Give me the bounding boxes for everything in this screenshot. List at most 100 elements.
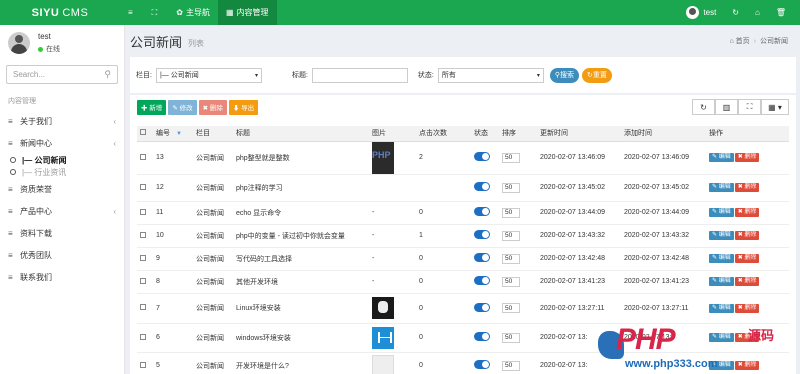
row-edit-button[interactable]: ✎ 编辑	[709, 183, 734, 192]
sort-input[interactable]: 50	[502, 207, 520, 218]
row-delete-button[interactable]: ✖ 删除	[734, 277, 760, 286]
export-button[interactable]: ⬇ 导出	[228, 99, 259, 115]
table-row[interactable]: 6 公司新闻 windows环境安装 0 50 2020-02-07 13: 2020-02…	[137, 323, 789, 353]
status-toggle[interactable]	[474, 276, 490, 285]
table-row[interactable]: 11 公司新闻 echo 显示命令 - 0 50 2020-02-07 13:44:09 20…	[137, 201, 789, 225]
user-menu[interactable]: test	[678, 0, 724, 25]
row-edit-button[interactable]: ✎ 编辑	[709, 277, 734, 286]
table-row[interactable]: 10 公司新闻 php中的变量 - 读过初中你就会变量 - 1 50 2020-02-07 …	[137, 224, 789, 248]
row-checkbox[interactable]	[140, 304, 146, 310]
sort-input[interactable]: 50	[502, 276, 520, 287]
cell-image	[369, 174, 416, 202]
table-row[interactable]: 7 公司新闻 Linux环境安装 0 50 2020-02-07 13:27:11 2020…	[137, 293, 789, 324]
status-toggle[interactable]	[474, 152, 490, 161]
row-edit-button[interactable]: ✎ 编辑	[709, 303, 734, 313]
row-edit-button[interactable]: ✎ 编辑	[709, 231, 734, 240]
status-select[interactable]: 所有 ▾	[437, 67, 544, 83]
sidebar-item-news[interactable]: ≡ 新闻中心 ‹	[0, 132, 124, 154]
brand-logo[interactable]: SIYU CMS	[0, 0, 120, 25]
toggle-view-button[interactable]: ▥	[715, 99, 738, 115]
header-id[interactable]: 编号 ▼	[153, 126, 193, 142]
sort-input[interactable]: 50	[502, 152, 520, 163]
sidebar-subitem-industry-news[interactable]: |— 行业资讯	[0, 166, 124, 178]
row-edit-button[interactable]: ✎ 编辑	[709, 254, 734, 263]
title-input[interactable]	[311, 67, 408, 83]
menu-icon: ≡	[128, 8, 133, 17]
table-row[interactable]: 5 公司新闻 开发环境是什么? 0 50 2020-02-07 13: ✎ 编辑 ✖ 删除	[137, 352, 789, 374]
row-checkbox[interactable]	[140, 153, 146, 160]
row-checkbox-cell	[137, 141, 153, 175]
reset-button[interactable]: ↻ 重置	[582, 67, 612, 83]
search-icon[interactable]: ⚲	[104, 69, 111, 80]
status-toggle[interactable]	[474, 230, 490, 239]
row-checkbox[interactable]	[140, 333, 146, 340]
row-delete-button[interactable]: ✖ 删除	[734, 153, 760, 162]
row-checkbox[interactable]	[140, 183, 146, 190]
sort-input[interactable]: 50	[502, 360, 520, 371]
clear-cache-button[interactable]: 🗑	[768, 0, 794, 25]
table-row[interactable]: 12 公司新闻 php注释的学习 50 2020-02-07 13:45:02 2020-…	[137, 174, 789, 202]
table-row[interactable]: 9 公司新闻 写代码的工具选择 - 0 50 2020-02-07 13:42:48 2020…	[137, 247, 789, 271]
row-checkbox[interactable]	[140, 277, 146, 284]
sidebar-item-honors[interactable]: ≡ 资质荣誉	[0, 178, 124, 200]
sidebar-item-products[interactable]: ≡ 产品中心 ‹	[0, 200, 124, 222]
cell-column: 公司新闻	[193, 201, 233, 225]
row-delete-button[interactable]: ✖ 删除	[734, 231, 760, 240]
table-row[interactable]: 13公司新闻php整型就是整数 2 50 2020-02-07 13:46:09202…	[137, 141, 789, 175]
status-toggle[interactable]	[474, 207, 490, 216]
edit-button[interactable]: ✎ 修改	[168, 99, 197, 115]
row-delete-button[interactable]: ✖ 删除	[734, 208, 760, 217]
row-delete-button[interactable]: ✖ 删除	[734, 333, 760, 342]
row-checkbox[interactable]	[140, 254, 146, 261]
row-delete-button[interactable]: ✖ 删除	[734, 303, 760, 313]
add-button[interactable]: ✚ 新增	[137, 99, 167, 115]
search-input[interactable]: Search...	[13, 70, 45, 79]
row-checkbox[interactable]	[140, 361, 146, 368]
home-button[interactable]: ⌂	[747, 0, 768, 25]
sidebar-toggle-button[interactable]: ≡	[120, 0, 144, 25]
sidebar-item-team[interactable]: ≡ 优秀团队	[0, 244, 124, 266]
fullscreen-table-button[interactable]: ⛶	[738, 99, 761, 115]
sidebar-item-contact[interactable]: ≡ 联系我们	[0, 266, 124, 288]
sort-input[interactable]: 50	[502, 253, 520, 264]
main-content: 公司新闻 列表 ⌂ 首页 › 公司新闻 栏目: |— 公司新闻 ▾ 标题: 状态: 所…	[126, 25, 800, 374]
search-button[interactable]: ⚲ 搜索	[549, 67, 579, 83]
table-row[interactable]: 8 公司新闻 其他开发环境 - 0 50 2020-02-07 13:41:23 2020-0…	[137, 270, 789, 294]
row-delete-button[interactable]: ✖ 删除	[734, 361, 760, 370]
refresh-table-button[interactable]: ↻	[692, 99, 715, 115]
sidebar-subitem-company-news[interactable]: |— 公司新闻	[0, 154, 124, 166]
column-select[interactable]: |— 公司新闻 ▾	[155, 67, 262, 83]
sort-input[interactable]: 50	[502, 303, 520, 313]
status-toggle[interactable]	[474, 253, 490, 262]
sidebar-search[interactable]: Search... ⚲	[6, 65, 118, 84]
delete-button[interactable]: ✖ 删除	[198, 99, 227, 115]
breadcrumb-home[interactable]: 首页	[736, 38, 750, 45]
cell-status	[471, 270, 499, 294]
tab-content-management[interactable]: ▦ 内容管理	[217, 0, 277, 25]
row-delete-button[interactable]: ✖ 删除	[734, 254, 760, 263]
sort-input[interactable]: 50	[502, 182, 520, 193]
cell-title: 开发环境是什么?	[233, 352, 369, 374]
status-toggle[interactable]	[474, 332, 490, 341]
refresh-button[interactable]: ↻	[724, 0, 747, 25]
cell-clicks: 1	[416, 224, 471, 248]
select-all-checkbox[interactable]	[140, 129, 146, 136]
table-tools: ↻ ▥ ⛶ ▦ ▾	[692, 99, 789, 115]
sidebar-item-about[interactable]: ≡ 关于我们 ‹	[0, 110, 124, 132]
row-edit-button[interactable]: ✎ 编辑	[709, 208, 734, 217]
row-checkbox[interactable]	[140, 231, 146, 238]
tab-main-nav[interactable]: ✿ 主导航	[168, 0, 218, 25]
sidebar-item-downloads[interactable]: ≡ 资料下载	[0, 222, 124, 244]
sort-input[interactable]: 50	[502, 332, 520, 343]
sort-input[interactable]: 50	[502, 230, 520, 241]
fullscreen-button[interactable]: ⛶	[144, 0, 169, 25]
row-delete-button[interactable]: ✖ 删除	[734, 183, 760, 192]
status-toggle[interactable]	[474, 182, 490, 191]
columns-dropdown-button[interactable]: ▦ ▾	[761, 99, 789, 115]
row-edit-button[interactable]: ✎ 编辑	[709, 361, 734, 370]
row-edit-button[interactable]: ✎ 编辑	[709, 333, 734, 342]
status-toggle[interactable]	[474, 302, 490, 312]
status-toggle[interactable]	[474, 360, 490, 369]
row-checkbox[interactable]	[140, 208, 146, 215]
row-edit-button[interactable]: ✎ 编辑	[709, 153, 734, 162]
